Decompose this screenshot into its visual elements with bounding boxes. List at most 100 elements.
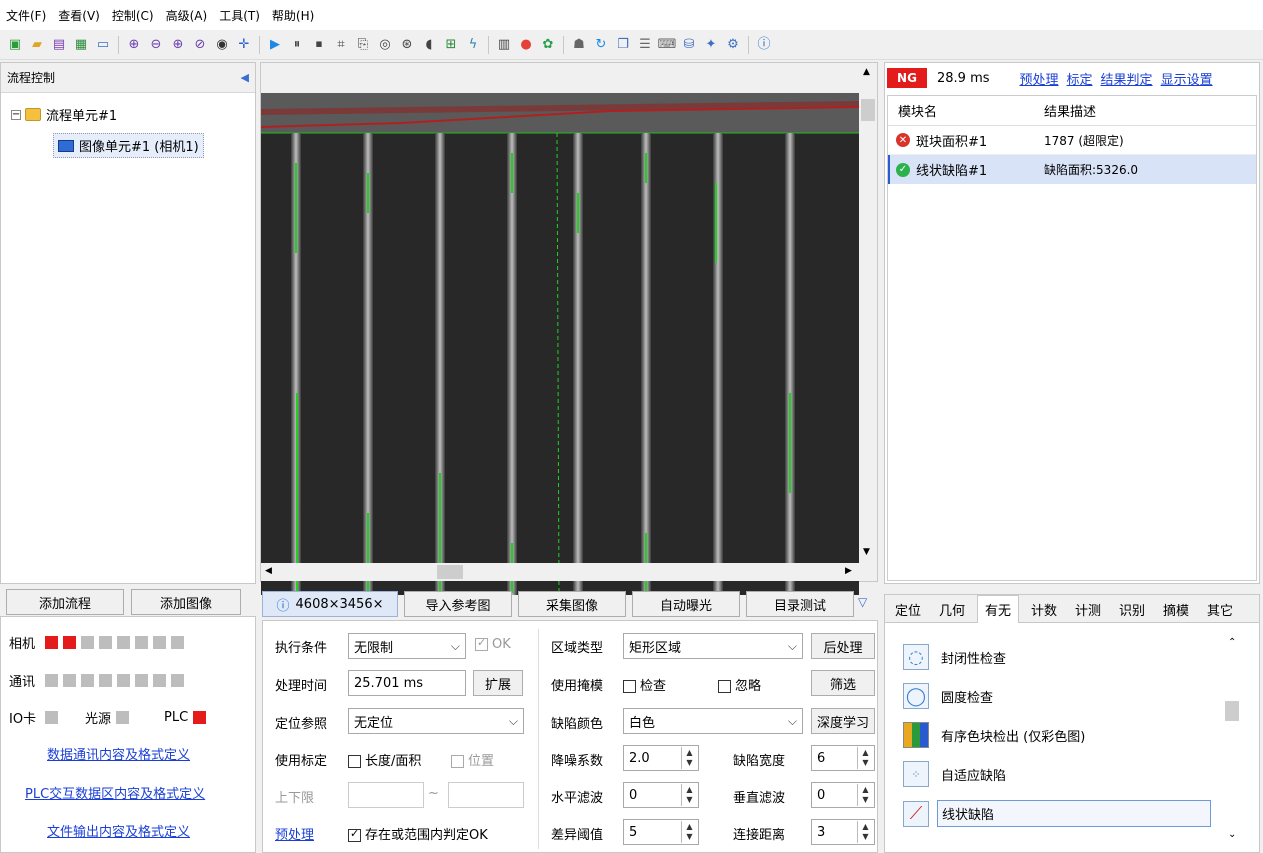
tool-item[interactable]: 有序色块检出 (仅彩色图): [903, 722, 1085, 748]
pin-icon[interactable]: ●: [517, 36, 535, 54]
calibration-link[interactable]: 标定: [1067, 69, 1093, 88]
col-desc[interactable]: 结果描述: [1034, 101, 1096, 120]
menu-file[interactable]: 文件(F): [6, 7, 46, 24]
tree-node-flow-unit[interactable]: − 流程单元#1: [11, 105, 117, 124]
list-icon[interactable]: ☰: [636, 36, 654, 54]
scroll-up-icon[interactable]: ⌃: [1228, 637, 1236, 648]
vertical-scrollbar[interactable]: ▲ ▼: [859, 63, 877, 563]
keyboard-icon[interactable]: ⌨: [658, 36, 677, 54]
aperture-icon[interactable]: ✿: [539, 36, 557, 54]
tab-other[interactable]: 其它: [1201, 595, 1239, 623]
import-ref-button[interactable]: 导入参考图: [404, 591, 512, 617]
gear-icon[interactable]: ⚙: [724, 36, 742, 54]
flash-icon[interactable]: ϟ: [464, 36, 482, 54]
info-icon[interactable]: ⓘ: [755, 36, 773, 54]
width-spinner[interactable]: 6 ▲ ▼: [811, 745, 875, 771]
menu-view[interactable]: 查看(V): [58, 7, 100, 24]
scroll-down-icon[interactable]: ▼: [863, 547, 870, 557]
tool-item-selected[interactable]: ⟋ 线状缺陷: [903, 800, 1212, 827]
grid-icon[interactable]: ⊞: [442, 36, 460, 54]
preprocess-link[interactable]: 预处理: [275, 824, 314, 843]
menu-help[interactable]: 帮助(H): [272, 7, 314, 24]
region-type-select[interactable]: 矩形区域: [623, 633, 803, 659]
menu-tools[interactable]: 工具(T): [219, 7, 260, 24]
zoom-fit-icon[interactable]: ⊕: [125, 36, 143, 54]
tab-locate[interactable]: 定位: [889, 595, 927, 623]
expand-button[interactable]: 扩展: [473, 670, 523, 696]
zoom-out-icon[interactable]: ⊖: [147, 36, 165, 54]
tree-node-image-unit[interactable]: 图像单元#1 (相机1): [53, 133, 204, 158]
proc-time-field[interactable]: 25.701 ms: [348, 670, 466, 696]
crosshair-icon[interactable]: ✛: [235, 36, 253, 54]
copy-icon[interactable]: ❐: [614, 36, 632, 54]
diff-spinner[interactable]: 5 ▲ ▼: [623, 819, 699, 845]
collapse-left-icon[interactable]: ◀: [241, 71, 249, 84]
users-icon[interactable]: ☗: [570, 36, 588, 54]
calib-pos-checkbox[interactable]: 位置: [451, 750, 494, 769]
roi-icon[interactable]: ⌗: [332, 36, 350, 54]
tab-recognize[interactable]: 识别: [1113, 595, 1151, 623]
mask-check-checkbox[interactable]: 检查: [623, 675, 666, 694]
calib-len-checkbox[interactable]: 长度/面积: [348, 750, 421, 769]
scroll-thumb[interactable]: [437, 565, 463, 579]
tab-count[interactable]: 计数: [1025, 595, 1063, 623]
spinner-arrows-icon[interactable]: ▲ ▼: [857, 821, 873, 843]
new-icon[interactable]: ▣: [6, 36, 24, 54]
conn-spinner[interactable]: 3 ▲ ▼: [811, 819, 875, 845]
play-icon[interactable]: ▶: [266, 36, 284, 54]
vfilter-spinner[interactable]: 0 ▲ ▼: [811, 782, 875, 808]
clipboard-icon[interactable]: ⎘: [354, 36, 372, 54]
eye-icon[interactable]: ◉: [213, 36, 231, 54]
scroll-thumb[interactable]: [1225, 701, 1239, 721]
tab-presence[interactable]: 有无: [977, 595, 1019, 623]
locate-select[interactable]: 无定位: [348, 708, 524, 734]
spinner-arrows-icon[interactable]: ▲ ▼: [681, 784, 697, 806]
tool-item[interactable]: ◌ 封闭性检查: [903, 644, 1006, 670]
pause-icon[interactable]: ⏸: [288, 36, 306, 54]
col-module[interactable]: 模块名: [888, 101, 1034, 120]
save-icon[interactable]: ▤: [50, 36, 68, 54]
horizontal-scrollbar[interactable]: ◀ ▶: [261, 563, 859, 581]
table-row[interactable]: ✕ 斑块面积#1 1787 (超限定): [888, 126, 1256, 155]
zoom-in-icon[interactable]: ⊕: [169, 36, 187, 54]
exec-cond-select[interactable]: 无限制: [348, 633, 466, 659]
mask-ignore-checkbox[interactable]: 忽略: [718, 675, 761, 694]
zoom-actual-icon[interactable]: ⊘: [191, 36, 209, 54]
display-settings-link[interactable]: 显示设置: [1161, 69, 1213, 88]
stop-icon[interactable]: ⏹: [310, 36, 328, 54]
camera-settings-icon[interactable]: ◎: [376, 36, 394, 54]
menu-control[interactable]: 控制(C): [112, 7, 154, 24]
window-icon[interactable]: ▭: [94, 36, 112, 54]
tool-item[interactable]: ◯ 圆度检查: [903, 683, 993, 709]
scroll-left-icon[interactable]: ◀: [265, 566, 272, 576]
defect-color-select[interactable]: 白色: [623, 708, 803, 734]
hfilter-spinner[interactable]: 0 ▲ ▼: [623, 782, 699, 808]
dir-test-button[interactable]: 目录测试: [746, 591, 854, 617]
dropdown-arrow-icon[interactable]: ▽: [858, 595, 867, 609]
tab-mask[interactable]: 摘模: [1157, 595, 1195, 623]
tab-measure[interactable]: 计测: [1069, 595, 1107, 623]
deep-learning-button[interactable]: 深度学习: [811, 708, 875, 734]
exist-judge-checkbox[interactable]: 存在或范围内判定OK: [348, 824, 488, 843]
scroll-up-icon[interactable]: ▲: [863, 67, 870, 77]
table-row[interactable]: ✓ 线状缺陷#1 缺陷面积:5326.0: [888, 155, 1256, 184]
filter-button[interactable]: 筛选: [811, 670, 875, 696]
ok-checkbox[interactable]: OK: [475, 636, 511, 652]
table-icon[interactable]: ▦: [72, 36, 90, 54]
scroll-thumb[interactable]: [861, 99, 875, 121]
menu-advanced[interactable]: 高级(A): [166, 7, 208, 24]
noise-spinner[interactable]: 2.0 ▲ ▼: [623, 745, 699, 771]
plc-format-link[interactable]: PLC交互数据区内容及格式定义: [25, 783, 205, 802]
tree-expand-icon[interactable]: −: [11, 109, 21, 120]
open-folder-icon[interactable]: ▰: [28, 36, 46, 54]
chart-icon[interactable]: ▥: [495, 36, 513, 54]
database-icon[interactable]: ⛁: [680, 36, 698, 54]
lower-limit-field[interactable]: [348, 782, 424, 808]
add-image-button[interactable]: 添加图像: [131, 589, 241, 615]
file-output-link[interactable]: 文件输出内容及格式定义: [47, 821, 190, 840]
plugin-icon[interactable]: ✦: [702, 36, 720, 54]
image-info-button[interactable]: ⓘ 4608×3456×: [262, 591, 398, 617]
preprocess-link[interactable]: 预处理: [1020, 69, 1059, 88]
capture-image-button[interactable]: 采集图像: [518, 591, 626, 617]
comm-format-link[interactable]: 数据通讯内容及格式定义: [47, 744, 190, 763]
